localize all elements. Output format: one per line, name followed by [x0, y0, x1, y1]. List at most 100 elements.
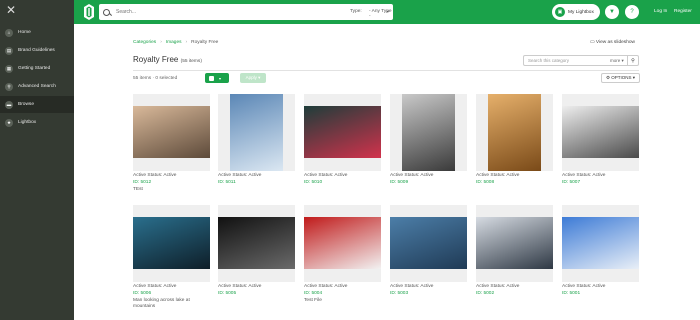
checkbox-icon — [209, 75, 214, 81]
apply-button[interactable]: Apply ▾ — [240, 73, 266, 83]
asset-thumbnail[interactable] — [390, 205, 467, 282]
filter-icon[interactable]: ▼ — [605, 5, 619, 19]
asset-thumbnail[interactable] — [218, 94, 295, 171]
asset-status: Active Status: Active — [390, 173, 434, 178]
sidebar-item-home[interactable]: ⌂ Home — [0, 24, 74, 41]
my-lightbox-label: My Lightbox — [568, 9, 594, 15]
asset-status: Active Status: Active — [390, 284, 434, 289]
asset-card[interactable]: Active Status: Active ID: 5007 — [562, 94, 639, 187]
star-icon: ★ — [5, 118, 13, 127]
asset-id[interactable]: ID: 5012 — [133, 180, 210, 185]
sidebar-item-label: Lightbox — [18, 120, 37, 125]
divider — [133, 70, 639, 71]
slideshow-icon: ▭ — [590, 40, 595, 45]
asset-id[interactable]: ID: 5006 — [133, 291, 210, 296]
more-dropdown[interactable]: more ▾ — [610, 58, 624, 64]
asset-image — [304, 217, 381, 269]
asset-status: Active Status: Active — [476, 284, 520, 289]
category-search[interactable]: Search this category more ▾ ⚲ — [523, 55, 639, 66]
asset-card[interactable]: Active Status: Active ID: 5012 TEst — [133, 94, 210, 193]
asset-thumbnail[interactable] — [390, 94, 467, 171]
folder-icon: ▬ — [5, 100, 13, 109]
asset-image — [476, 217, 553, 269]
asset-thumbnail[interactable] — [304, 205, 381, 282]
asset-id[interactable]: ID: 5005 — [218, 291, 295, 296]
type-label: Type: — [350, 9, 362, 14]
category-search-input[interactable]: Search this category — [528, 58, 569, 63]
asset-card[interactable]: Active Status: Active ID: 5002 — [476, 205, 553, 298]
asset-status: Active Status: Active — [562, 173, 606, 178]
asset-id[interactable]: ID: 5011 — [218, 180, 295, 185]
asset-image — [133, 106, 210, 158]
asset-id[interactable]: ID: 5001 — [562, 291, 639, 296]
asset-thumbnail[interactable] — [218, 205, 295, 282]
asset-card[interactable]: Active Status: Active ID: 5008 — [476, 94, 553, 187]
my-lightbox-button[interactable]: ▣ My Lightbox — [552, 4, 600, 20]
asset-caption: Test File — [304, 298, 322, 303]
home-icon: ⌂ — [5, 28, 13, 37]
sidebar-item-label: Advanced Search — [18, 84, 56, 89]
asset-card[interactable]: Active Status: Active ID: 5006 Man looking… — [133, 205, 210, 310]
asset-card[interactable]: Active Status: Active ID: 5011 — [218, 94, 295, 187]
asset-thumbnail[interactable] — [476, 205, 553, 282]
asset-id[interactable]: ID: 5009 — [390, 180, 467, 185]
asset-thumbnail[interactable] — [562, 94, 639, 171]
asset-status: Active Status: Active — [304, 173, 348, 178]
asset-thumbnail[interactable] — [476, 94, 553, 171]
page-title: Royalty Free (55 items) — [133, 55, 202, 64]
chevron-down-icon: ▾ — [219, 75, 222, 81]
asset-thumbnail[interactable] — [133, 205, 210, 282]
asset-card[interactable]: Active Status: Active ID: 5003 — [390, 205, 467, 298]
search-bar[interactable]: Type: - Any Type - ▾ — [99, 4, 393, 20]
asset-thumbnail[interactable] — [562, 205, 639, 282]
logo-icon[interactable] — [82, 4, 96, 20]
options-button[interactable]: ⚙ OPTIONS ▾ — [601, 73, 640, 83]
asset-card[interactable]: Active Status: Active ID: 5009 — [390, 94, 467, 187]
selection-counts: 55 items · 0 selected — [133, 76, 178, 81]
asset-caption: TEst — [133, 187, 143, 192]
type-select[interactable]: - Any Type - — [369, 9, 393, 19]
search-input[interactable] — [116, 9, 316, 15]
sidebar-item-brand-guidelines[interactable]: ▤ Brand Guidelines — [0, 42, 74, 59]
book-icon: ▤ — [5, 46, 13, 55]
asset-status: Active Status: Active — [304, 284, 348, 289]
asset-card[interactable]: Active Status: Active ID: 5004 Test File — [304, 205, 381, 304]
asset-image — [133, 217, 210, 269]
slideshow-link[interactable]: ▭ View as slideshow — [590, 40, 635, 45]
main-content: Categories › Images › Royalty Free ▭ View as… — [74, 24, 700, 320]
asset-card[interactable]: Active Status: Active ID: 5005 — [218, 205, 295, 298]
asset-id[interactable]: ID: 5010 — [304, 180, 381, 185]
lightbox-icon: ▣ — [555, 7, 565, 17]
breadcrumb-categories[interactable]: Categories — [133, 40, 156, 45]
sidebar-item-getting-started[interactable]: ▦ Getting Started — [0, 60, 74, 77]
breadcrumb-images[interactable]: Images — [166, 40, 182, 45]
asset-status: Active Status: Active — [218, 173, 262, 178]
grid-icon: ▦ — [5, 64, 13, 73]
asset-card[interactable]: Active Status: Active ID: 5001 — [562, 205, 639, 298]
help-icon[interactable]: ? — [625, 5, 639, 19]
app: ✕ ⌂ Home ▤ Brand Guidelines ▦ Getting Started… — [0, 0, 700, 320]
select-all-button[interactable]: ▾ — [205, 73, 229, 83]
sidebar-item-advanced-search[interactable]: ⚲ Advanced Search — [0, 78, 74, 95]
asset-id[interactable]: ID: 5008 — [476, 180, 553, 185]
asset-id[interactable]: ID: 5004 — [304, 291, 381, 296]
asset-card[interactable]: Active Status: Active ID: 5010 — [304, 94, 381, 187]
login-link[interactable]: Log In — [654, 9, 667, 14]
asset-status: Active Status: Active — [133, 173, 177, 178]
sidebar-item-label: Getting Started — [18, 66, 51, 71]
asset-id[interactable]: ID: 5003 — [390, 291, 467, 296]
asset-image — [304, 106, 381, 158]
asset-id[interactable]: ID: 5007 — [562, 180, 639, 185]
asset-id[interactable]: ID: 5002 — [476, 291, 553, 296]
asset-image — [488, 94, 541, 171]
search-icon[interactable]: ⚲ — [627, 56, 638, 65]
asset-thumbnail[interactable] — [133, 94, 210, 171]
sidebar: ✕ ⌂ Home ▤ Brand Guidelines ▦ Getting Started… — [0, 0, 74, 320]
asset-thumbnail[interactable] — [304, 94, 381, 171]
sidebar-item-browse[interactable]: ▬ Browse — [0, 96, 74, 113]
sidebar-item-lightbox[interactable]: ★ Lightbox — [0, 114, 74, 131]
breadcrumb-current: Royalty Free — [191, 40, 219, 45]
close-icon[interactable]: ✕ — [6, 4, 16, 16]
sidebar-item-label: Browse — [18, 102, 34, 107]
register-link[interactable]: Register — [674, 9, 692, 14]
